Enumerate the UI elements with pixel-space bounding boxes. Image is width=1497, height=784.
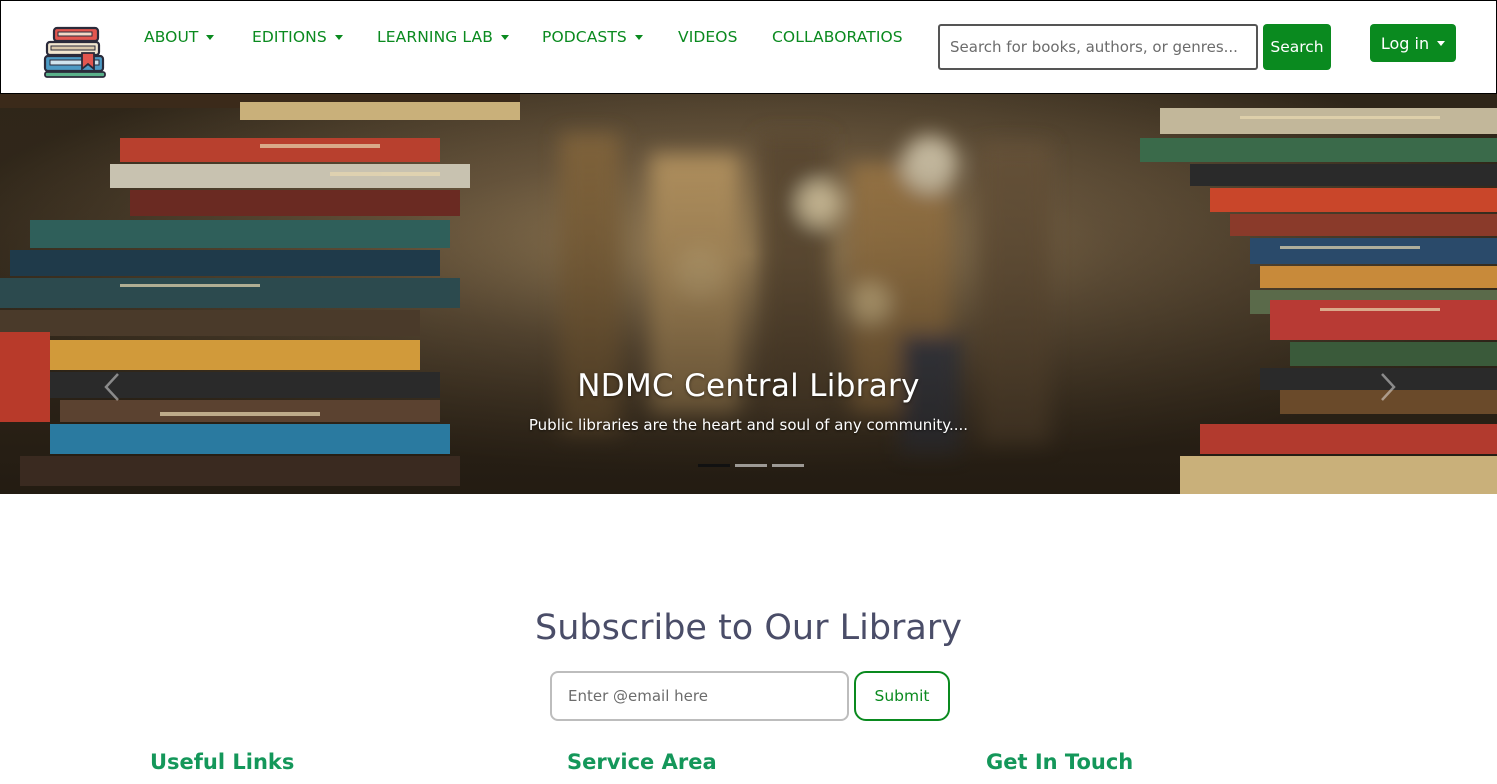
nav-item-learning-lab[interactable]: LEARNING LAB <box>377 26 509 48</box>
footer-heading-service-area: Service Area <box>567 750 717 774</box>
chevron-down-icon <box>1437 41 1446 46</box>
library-books-background-image <box>0 94 1497 494</box>
email-field[interactable] <box>550 671 849 721</box>
chevron-down-icon <box>334 35 343 40</box>
nav-item-podcasts[interactable]: PODCASTS <box>542 26 643 48</box>
carousel-indicator-1[interactable] <box>698 464 730 467</box>
submit-button[interactable]: Submit <box>854 671 950 721</box>
chevron-down-icon <box>500 35 509 40</box>
subscribe-title: Subscribe to Our Library <box>535 608 962 648</box>
nav-item-label: VIDEOS <box>678 28 738 46</box>
nav-item-about[interactable]: ABOUT <box>144 26 215 48</box>
hero-carousel: NDMC Central Library Public libraries ar… <box>0 94 1497 494</box>
carousel-indicator-3[interactable] <box>772 464 804 467</box>
nav-item-label: ABOUT <box>144 28 199 46</box>
book-stack-logo-icon[interactable] <box>42 25 108 81</box>
nav-item-label: PODCASTS <box>542 28 627 46</box>
nav-item-collaboratios[interactable]: COLLABORATIOS <box>772 26 903 48</box>
footer-heading-get-in-touch: Get In Touch <box>986 750 1134 774</box>
nav-item-editions[interactable]: EDITIONS <box>252 26 343 48</box>
nav-item-label: EDITIONS <box>252 28 327 46</box>
search-input[interactable] <box>938 24 1258 70</box>
carousel-indicator-2[interactable] <box>735 464 767 467</box>
login-dropdown-button[interactable]: Log in <box>1370 24 1456 62</box>
footer-heading-useful-links: Useful Links <box>150 750 295 774</box>
search-button[interactable]: Search <box>1263 24 1331 70</box>
nav-item-videos[interactable]: VIDEOS <box>678 26 738 48</box>
navbar: ABOUT EDITIONS LEARNING LAB PODCASTS VID… <box>0 0 1497 94</box>
chevron-down-icon <box>634 35 643 40</box>
carousel-indicators <box>698 464 804 467</box>
chevron-down-icon <box>206 35 215 40</box>
hero-title: NDMC Central Library <box>577 368 920 404</box>
hero-subtitle: Public libraries are the heart and soul … <box>528 416 969 434</box>
nav-item-label: COLLABORATIOS <box>772 28 903 46</box>
login-label: Log in <box>1380 33 1430 53</box>
nav-item-label: LEARNING LAB <box>377 28 493 46</box>
